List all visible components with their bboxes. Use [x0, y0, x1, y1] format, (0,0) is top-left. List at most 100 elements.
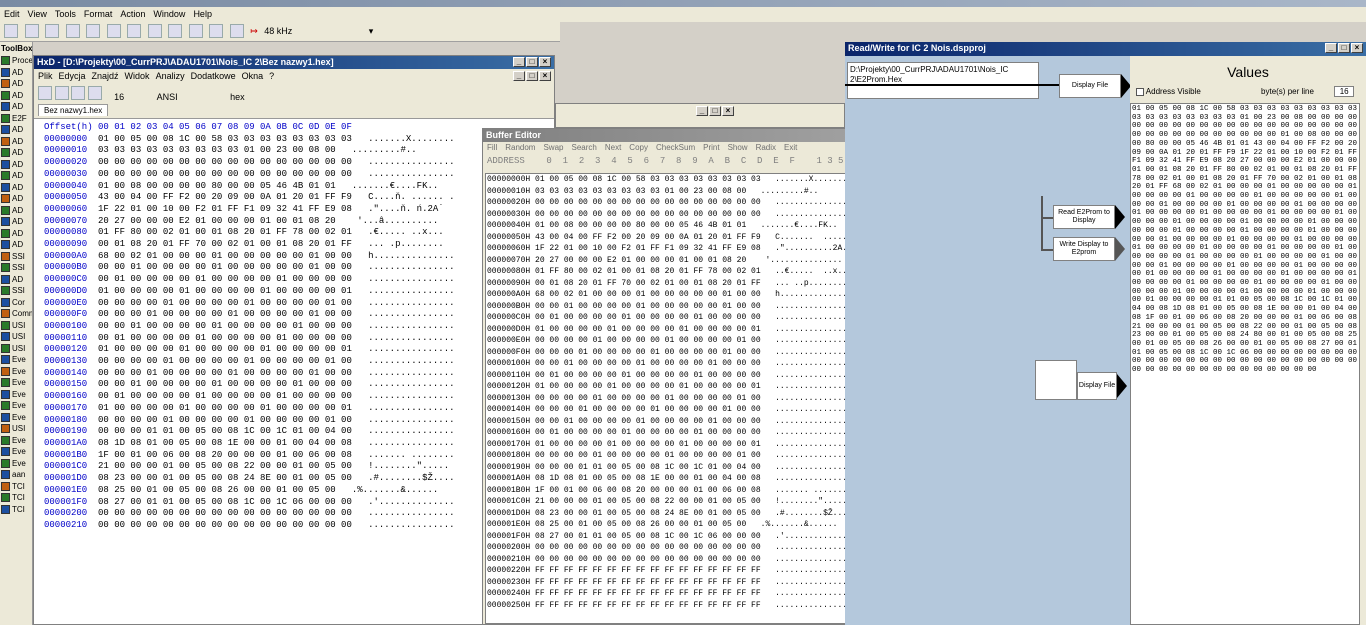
toolbox-item[interactable]: AD	[0, 193, 32, 205]
hxd-hex-view[interactable]: Offset(h) 00 01 02 03 04 05 06 07 08 09 …	[34, 119, 554, 532]
cut-icon[interactable]	[45, 24, 60, 38]
download-icon[interactable]	[229, 24, 244, 38]
toolbox-item[interactable]: SSI	[0, 262, 32, 274]
hxd-menu-item[interactable]: Edycja	[59, 71, 86, 81]
new-file-icon[interactable]	[38, 86, 52, 100]
buffer-menu-item[interactable]: Swap	[543, 143, 563, 152]
toolbox-item[interactable]: Eve	[0, 354, 32, 366]
toolbox-item[interactable]: Eve	[0, 400, 32, 412]
bg-close-icon[interactable]: ×	[722, 106, 734, 116]
mdi-restore-icon[interactable]: □	[526, 71, 538, 81]
copy-icon[interactable]	[65, 24, 80, 38]
toolbox-item[interactable]: Eve	[0, 366, 32, 378]
bg-minimize-icon[interactable]: _	[696, 106, 708, 116]
buffer-menu-item[interactable]: Fill	[487, 143, 497, 152]
redo-icon[interactable]	[127, 24, 142, 38]
toolbox-item[interactable]: TCI	[0, 492, 32, 504]
buffer-menu-item[interactable]: Search	[571, 143, 596, 152]
toolbox-item[interactable]: AD	[0, 170, 32, 182]
toolbox-item[interactable]: AD	[0, 159, 32, 171]
bg-maximize-icon[interactable]: □	[709, 106, 721, 116]
menu-item-tools[interactable]: Tools	[55, 9, 76, 19]
close-icon[interactable]: ×	[539, 57, 551, 67]
align-icon[interactable]	[168, 24, 183, 38]
read-e2prom-button[interactable]: Read E2Prom to Display	[1053, 205, 1115, 229]
menu-item-help[interactable]: Help	[193, 9, 212, 19]
file-path-field[interactable]: D:\Projekty\00_CurrPRJ\ADAU1701\Nois_IC …	[847, 62, 1039, 99]
toolbox-item[interactable]: SSI	[0, 251, 32, 263]
address-visible-checkbox[interactable]	[1136, 87, 1144, 96]
hxd-menu-item[interactable]: Dodatkowe	[191, 71, 236, 81]
hxd-menu-item[interactable]: Plik	[38, 71, 53, 81]
save-file-icon[interactable]	[71, 86, 86, 100]
toolbox-item[interactable]: Commu	[0, 308, 32, 320]
toolbox-item[interactable]: AD	[0, 239, 32, 251]
toolbox-item[interactable]: AD	[0, 67, 32, 79]
open-file-icon[interactable]	[54, 86, 69, 100]
save-icon[interactable]	[24, 24, 39, 38]
undo-icon[interactable]	[106, 24, 121, 38]
menu-item-view[interactable]: View	[28, 9, 47, 19]
toolbox-item[interactable]: Cor	[0, 297, 32, 309]
rw-minimize-icon[interactable]: _	[1325, 43, 1337, 53]
open-icon[interactable]	[4, 24, 18, 38]
toolbox-item[interactable]: AD	[0, 78, 32, 90]
hxd-titlebar[interactable]: HxD - [D:\Projekty\00_CurrPRJ\ADAU1701\N…	[34, 56, 554, 69]
hxd-menu-item[interactable]: ?	[269, 71, 274, 81]
menu-item-edit[interactable]: Edit	[4, 9, 20, 19]
hxd-menu-item[interactable]: Widok	[125, 71, 150, 81]
maximize-icon[interactable]: □	[526, 57, 538, 67]
toolbox-item[interactable]: AD	[0, 216, 32, 228]
sample-rate-value[interactable]: 48 kHz	[264, 26, 292, 36]
buffer-menu-item[interactable]: CheckSum	[656, 143, 695, 152]
toolbox-item[interactable]: AD	[0, 147, 32, 159]
toolbox-item[interactable]: Eve	[0, 435, 32, 447]
toolbox-item[interactable]: USI	[0, 331, 32, 343]
buffer-menu-item[interactable]: Print	[703, 143, 719, 152]
toolbox-item[interactable]: USI	[0, 343, 32, 355]
menu-item-action[interactable]: Action	[120, 9, 145, 19]
toolbox-item[interactable]: Eve	[0, 412, 32, 424]
write-display-button[interactable]: Write Display to E2prom	[1053, 237, 1115, 261]
paste-icon[interactable]	[86, 24, 101, 38]
mode-select[interactable]: hex	[230, 92, 245, 102]
hxd-menu-item[interactable]: Analizy	[156, 71, 185, 81]
toolbox-item[interactable]: Eve	[0, 458, 32, 470]
sample-rate-dropdown-icon[interactable]: ▾	[369, 26, 374, 37]
toolbox-item[interactable]: Eve	[0, 389, 32, 401]
toolbox-item[interactable]: Process	[0, 55, 32, 67]
rw-close-icon[interactable]: ×	[1351, 43, 1363, 53]
toolbox-item[interactable]: E2F	[0, 113, 32, 125]
toolbox-item[interactable]: AD	[0, 228, 32, 240]
toolbox-item[interactable]: AD	[0, 101, 32, 113]
background-window[interactable]: _ □ ×	[555, 103, 845, 128]
tools-icon[interactable]	[87, 86, 102, 100]
buffer-menu-item[interactable]: Next	[605, 143, 621, 152]
display-file-button-2[interactable]: Display File	[1077, 372, 1117, 400]
toolbox-item[interactable]: AD	[0, 136, 32, 148]
mdi-minimize-icon[interactable]: _	[513, 71, 525, 81]
hxd-menu-item[interactable]: Znajdź	[92, 71, 119, 81]
toolbox-item[interactable]: Eve	[0, 377, 32, 389]
buffer-menu-item[interactable]: Radix	[756, 143, 776, 152]
menu-item-format[interactable]: Format	[84, 9, 113, 19]
values-textarea[interactable]: 01 00 05 00 08 1C 00 58 03 03 03 03 03 0…	[1130, 103, 1360, 625]
menu-item-window[interactable]: Window	[153, 9, 185, 19]
toolbox-item[interactable]: aan	[0, 469, 32, 481]
toolbox-item[interactable]: SSI	[0, 285, 32, 297]
link-icon[interactable]	[188, 24, 203, 38]
hxd-menu-item[interactable]: Okna	[242, 71, 264, 81]
toolbox-item[interactable]: Eve	[0, 446, 32, 458]
layout-icon[interactable]	[147, 24, 162, 38]
toolbox-item[interactable]: USI	[0, 423, 32, 435]
bytes-per-row-select[interactable]: 16	[114, 92, 124, 102]
toolbox-item[interactable]: AD	[0, 205, 32, 217]
mdi-close-icon[interactable]: ×	[539, 71, 551, 81]
tab-bez-nazwy1[interactable]: Bez nazwy1.hex	[38, 104, 109, 116]
bytes-per-line-stepper[interactable]: 16	[1334, 86, 1355, 97]
toolbox-item[interactable]: AD	[0, 274, 32, 286]
buffer-menu-item[interactable]: Show	[728, 143, 748, 152]
rw-titlebar[interactable]: Read/Write for IC 2 Nois.dspproj _ □ ×	[845, 42, 1366, 56]
display-file-button[interactable]: Display File	[1059, 74, 1121, 98]
rw-maximize-icon[interactable]: □	[1338, 43, 1350, 53]
